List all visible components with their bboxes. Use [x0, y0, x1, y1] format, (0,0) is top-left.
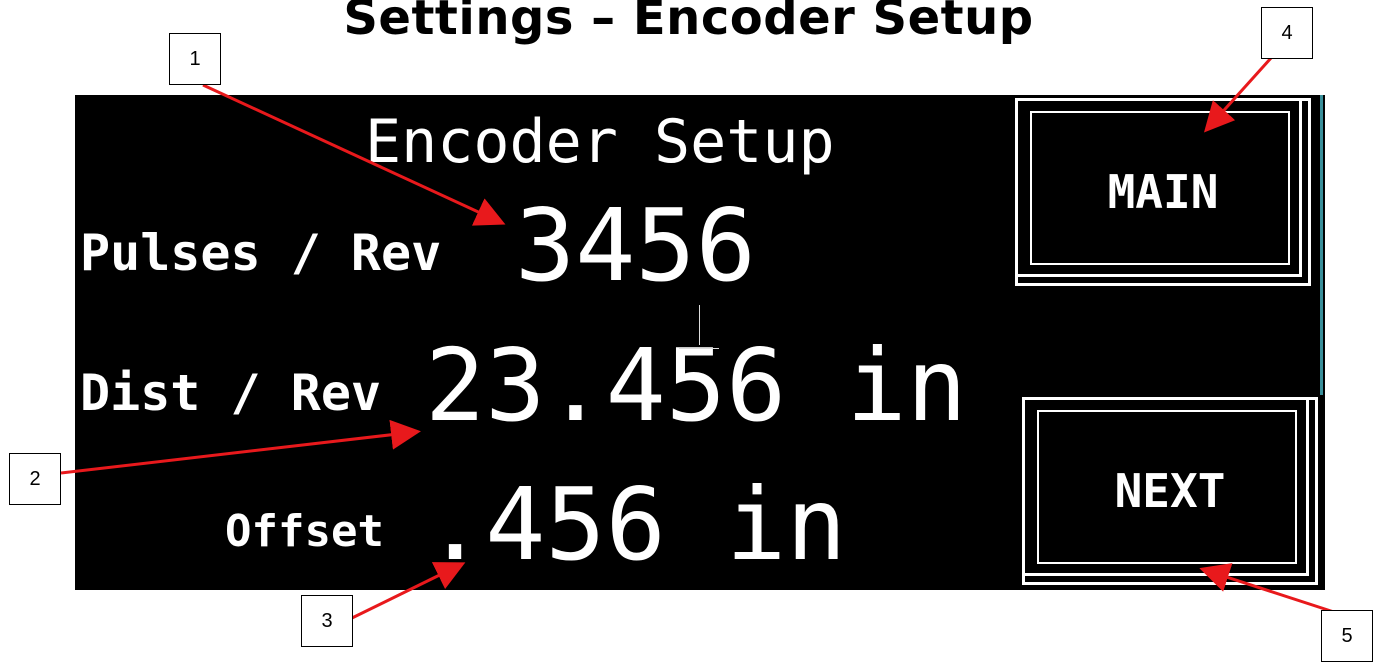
next-button-label: NEXT: [1114, 464, 1226, 518]
dist-per-rev-value[interactable]: 23.456 in: [425, 336, 967, 436]
screen-title: Encoder Setup: [365, 107, 835, 177]
next-button[interactable]: NEXT: [1022, 397, 1318, 585]
dist-per-rev-label: Dist / Rev: [80, 364, 382, 422]
offset-label: Offset: [225, 506, 384, 557]
main-button-label: MAIN: [1107, 165, 1219, 219]
touch-cursor-crosshair: [699, 305, 700, 345]
document-page: Settings – Encoder Setup Encoder Setup P…: [0, 0, 1377, 669]
offset-value[interactable]: .456 in: [425, 475, 846, 575]
main-button[interactable]: MAIN: [1015, 98, 1311, 286]
pulses-per-rev-label: Pulses / Rev: [80, 224, 442, 282]
callout-3: 3: [301, 595, 353, 647]
screen-edge-strip: [1320, 95, 1323, 395]
callout-5: 5: [1321, 610, 1373, 662]
callout-1: 1: [169, 33, 221, 85]
callout-2: 2: [9, 453, 61, 505]
touch-cursor-crosshair-h: [679, 348, 719, 349]
pulses-per-rev-value[interactable]: 3456: [515, 196, 756, 296]
callout-4: 4: [1261, 7, 1313, 59]
